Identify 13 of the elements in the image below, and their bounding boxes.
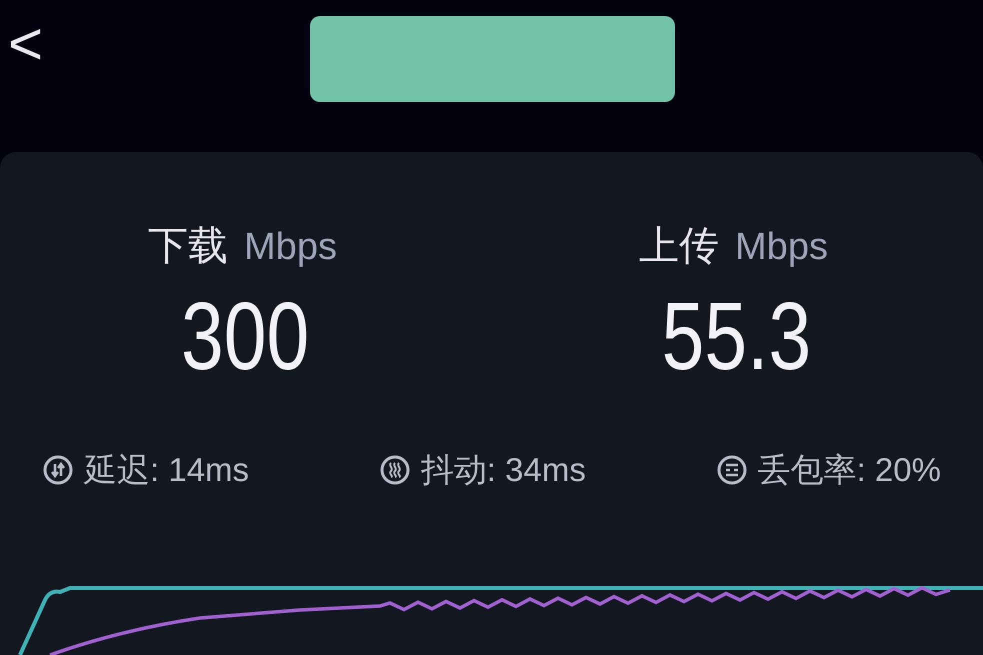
packet-loss-icon — [716, 454, 748, 486]
stat-text: 延迟: 14ms — [84, 450, 250, 490]
speed-label: 上传 — [639, 222, 720, 271]
latency-icon — [42, 454, 74, 486]
speed-value: 300 — [181, 287, 310, 387]
speed-value: 55.3 — [662, 287, 812, 387]
unit-label: Mbps — [735, 225, 828, 270]
stat-text: 丢包率: 20% — [758, 450, 941, 490]
stat-text: 抖动: 34ms — [420, 450, 586, 490]
unit-label: Mbps — [244, 225, 337, 270]
back-button[interactable]: < — [8, 14, 44, 74]
jitter-icon — [378, 454, 411, 486]
speed-label: 下载 — [148, 222, 228, 271]
